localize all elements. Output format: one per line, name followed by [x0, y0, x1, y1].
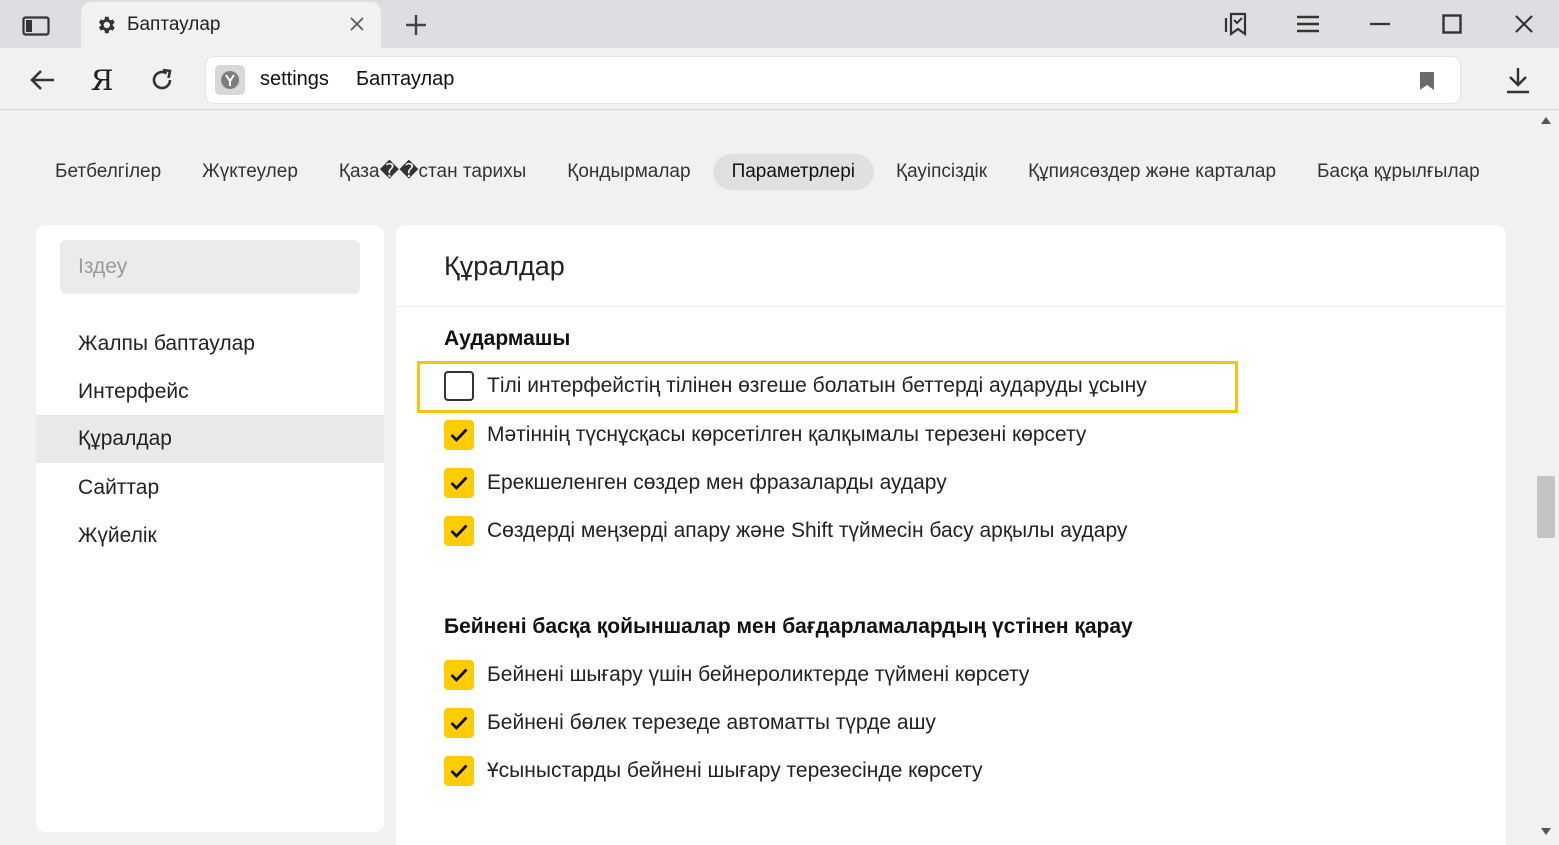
search-input[interactable] [60, 240, 360, 294]
scrollbar-thumb[interactable] [1537, 476, 1555, 538]
address-bar[interactable]: settings Баптаулар [206, 57, 1460, 103]
tab-bookmarks[interactable]: Бетбелгілер [36, 154, 180, 190]
collections-icon [1224, 12, 1247, 37]
close-icon[interactable] [347, 14, 367, 34]
downloads-button[interactable] [1496, 58, 1540, 102]
option-show-original-popup[interactable]: Мәтіннің түснұсқасы көрсетілген қалқымал… [444, 419, 1086, 451]
tab-other-devices[interactable]: Басқа құрылғылар [1298, 154, 1499, 190]
address-page-title: Баптаулар [356, 68, 455, 90]
yandex-home-button[interactable]: Я [80, 58, 124, 102]
tab-downloads[interactable]: Жүктеулер [183, 154, 317, 190]
checkbox-unchecked[interactable] [444, 371, 474, 401]
close-icon [1515, 15, 1533, 33]
checkmark-icon [450, 524, 468, 538]
option-label: Бейнені бөлек терезеде автоматты түрде а… [487, 711, 936, 734]
tab-strip: Баптаулар [0, 0, 1559, 48]
maximize-button[interactable] [1430, 6, 1474, 42]
option-translate-hover-shift[interactable]: Сөздерді меңзерді апару және Shift түйме… [444, 515, 1127, 547]
navigation-bar: Я settings Баптаулар [0, 48, 1559, 110]
option-offer-translate[interactable]: Тілі интерфейстің тілінен өзгеше болатын… [444, 370, 1147, 402]
checkbox-checked[interactable] [444, 660, 474, 690]
option-video-popout-button[interactable]: Бейнені шығару үшін бейнероликтерде түйм… [444, 659, 1029, 691]
divider [396, 306, 1506, 307]
tab-settings-params[interactable]: Параметрлері [712, 154, 874, 190]
checkbox-checked[interactable] [444, 708, 474, 738]
address-url: settings [260, 68, 329, 90]
option-label: Тілі интерфейстің тілінен өзгеше болатын… [487, 374, 1147, 397]
download-icon [1507, 68, 1529, 94]
arrow-left-icon [30, 70, 54, 90]
option-video-suggestions[interactable]: Ұсыныстарды бейнені шығару терезесінде к… [444, 755, 982, 787]
tab-collections-button[interactable] [1213, 6, 1257, 42]
sidebar-item-tools[interactable]: Құралдар [36, 415, 384, 463]
option-label: Ерекшеленген сөздер мен фразаларды аудар… [487, 471, 947, 494]
minimize-icon [1370, 22, 1390, 26]
scroll-down-arrow-icon[interactable] [1541, 828, 1551, 836]
new-tab-button[interactable] [398, 8, 434, 42]
sidebar-item-sites[interactable]: Сайттар [36, 464, 384, 512]
checkbox-checked[interactable] [444, 468, 474, 498]
sidebar-panel-icon [22, 16, 50, 36]
settings-tabs: Бетбелгілер Жүктеулер Қаза��стан тарихы … [36, 150, 1502, 194]
option-label: Мәтіннің түснұсқасы көрсетілген қалқымал… [487, 423, 1087, 446]
scroll-up-arrow-icon[interactable] [1541, 116, 1551, 124]
page-title: Құралдар [444, 251, 565, 281]
option-label: Ұсыныстарды бейнені шығару терезесінде к… [487, 759, 983, 782]
yandex-browser-badge-icon[interactable] [215, 65, 245, 95]
reload-button[interactable] [140, 58, 184, 102]
close-window-button[interactable] [1502, 6, 1546, 42]
tab-history[interactable]: Қаза��стан тарихы [320, 154, 545, 190]
gear-icon [98, 16, 115, 34]
settings-sidebar: Жалпы баптаулар Интерфейс Құралдар Сайтт… [36, 225, 384, 832]
checkbox-checked[interactable] [444, 756, 474, 786]
menu-button[interactable] [1286, 6, 1330, 42]
checkmark-icon [450, 476, 468, 490]
reload-icon [152, 68, 172, 90]
minimize-button[interactable] [1358, 6, 1402, 42]
bookmark-icon[interactable] [1416, 69, 1438, 93]
hamburger-menu-icon [1297, 15, 1319, 33]
option-label: Сөздерді меңзерді апару және Shift түйме… [487, 519, 1128, 542]
checkbox-checked[interactable] [444, 420, 474, 450]
sidebar-item-general[interactable]: Жалпы баптаулар [36, 320, 384, 368]
tab-title: Баптаулар [127, 14, 221, 35]
option-label: Бейнені шығару үшін бейнероликтерде түйм… [487, 663, 1030, 686]
sidebar-item-interface[interactable]: Интерфейс [36, 368, 384, 416]
sidebar-toggle-button[interactable] [14, 12, 58, 40]
checkmark-icon [450, 764, 468, 778]
back-button[interactable] [20, 58, 64, 102]
settings-content: Құралдар Аудармашы Тілі интерфейстің тіл… [396, 225, 1506, 845]
maximize-icon [1442, 14, 1462, 34]
tab-settings[interactable]: Баптаулар [81, 2, 381, 48]
checkbox-checked[interactable] [444, 516, 474, 546]
checkmark-icon [450, 668, 468, 682]
checkmark-icon [450, 716, 468, 730]
section-title-translator: Аудармашы [444, 327, 571, 350]
page-scrollbar[interactable] [1533, 110, 1559, 845]
option-translate-selected[interactable]: Ерекшеленген сөздер мен фразаларды аудар… [444, 467, 947, 499]
tab-extensions[interactable]: Қондырмалар [548, 154, 709, 190]
section-title-video-overlay: Бейнені басқа қойыншалар мен бағдарламал… [444, 615, 1133, 638]
checkmark-icon [450, 428, 468, 442]
tab-passwords-cards[interactable]: Құпиясөздер және карталар [1009, 154, 1295, 190]
plus-icon [406, 15, 426, 35]
option-video-auto-open[interactable]: Бейнені бөлек терезеде автоматты түрде а… [444, 707, 936, 739]
tab-security[interactable]: Қауіпсіздік [877, 154, 1006, 190]
yandex-logo: Я [90, 63, 114, 97]
sidebar-item-system[interactable]: Жүйелік [36, 512, 384, 560]
